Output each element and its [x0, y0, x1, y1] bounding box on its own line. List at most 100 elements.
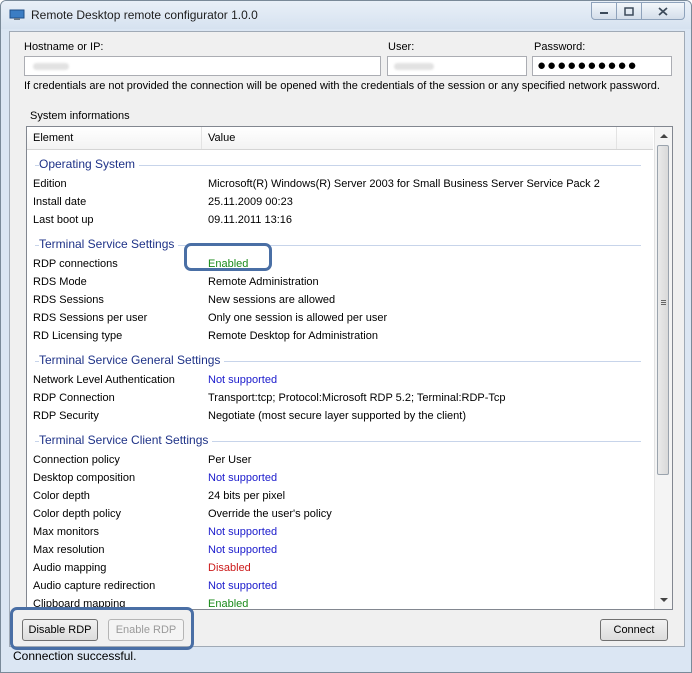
- close-icon: [658, 6, 668, 16]
- element-name: RDP Connection: [33, 392, 115, 404]
- list-item[interactable]: Network Level Authentication Not supporte…: [27, 371, 653, 389]
- grip-line: [661, 304, 666, 305]
- group-title: Operating System: [39, 157, 140, 171]
- minimize-icon: [600, 12, 608, 14]
- main-panel: Hostname or IP: User: Password: ●●●●●●●●…: [9, 31, 685, 647]
- column-header-value[interactable]: Value: [202, 127, 617, 149]
- list-rows: Operating System Edition Microsoft(R) Wind…: [27, 149, 653, 610]
- element-value: Not supported: [208, 544, 278, 556]
- element-name: Max resolution: [33, 544, 105, 556]
- element-value: 25.11.2009 00:23: [208, 196, 293, 208]
- element-name: Install date: [33, 196, 87, 208]
- group-title: Terminal Service Client Settings: [39, 433, 213, 447]
- list-header: Element Value: [27, 127, 653, 150]
- title-bar[interactable]: Remote Desktop remote configurator 1.0.0: [1, 1, 691, 29]
- password-input[interactable]: ●●●●●●●●●●: [532, 56, 672, 76]
- element-value: Only one session is allowed per user: [208, 312, 388, 324]
- element-value: Remote Administration: [208, 276, 319, 288]
- vertical-scrollbar[interactable]: [654, 127, 672, 609]
- element-name: RD Licensing type: [33, 330, 123, 342]
- element-name: Color depth policy: [33, 508, 122, 520]
- list-item[interactable]: Install date 25.11.2009 00:23: [27, 193, 653, 211]
- group-header[interactable]: Operating System: [27, 155, 653, 175]
- window-title: Remote Desktop remote configurator 1.0.0: [31, 8, 258, 22]
- redacted-hostname: [33, 63, 69, 70]
- list-item[interactable]: RDS Sessions per user Only one session is…: [27, 309, 653, 327]
- highlight-rdp-buttons: [10, 607, 194, 650]
- user-label: User:: [388, 41, 415, 53]
- element-name: Network Level Authentication: [33, 374, 175, 386]
- highlight-rdp-enabled: [184, 243, 272, 271]
- element-name: RDS Mode: [33, 276, 87, 288]
- element-name: Max monitors: [33, 526, 100, 538]
- column-header-element[interactable]: Element: [27, 127, 202, 149]
- element-value: Enabled: [208, 598, 249, 610]
- list-item[interactable]: Connection policy Per User: [27, 451, 653, 469]
- element-value: Per User: [208, 454, 252, 466]
- grip-line: [661, 302, 666, 303]
- element-name: RDS Sessions per user: [33, 312, 148, 324]
- user-input[interactable]: [387, 56, 527, 76]
- list-item[interactable]: Color depth 24 bits per pixel: [27, 487, 653, 505]
- element-name: Edition: [33, 178, 67, 190]
- maximize-button[interactable]: [616, 2, 642, 20]
- element-value: Remote Desktop for Administration: [208, 330, 378, 342]
- list-item[interactable]: RDP connections Enabled: [27, 255, 653, 273]
- element-value: Not supported: [208, 580, 278, 592]
- group-header[interactable]: Terminal Service Client Settings: [27, 431, 653, 451]
- list-item[interactable]: Last boot up 09.11.2011 13:16: [27, 211, 653, 229]
- element-name: Connection policy: [33, 454, 120, 466]
- group-title: Terminal Service General Settings: [39, 353, 225, 367]
- status-text: Connection successful.: [13, 649, 137, 663]
- element-value: 24 bits per pixel: [208, 490, 286, 502]
- element-name: Desktop composition: [33, 472, 136, 484]
- password-label: Password:: [534, 41, 586, 53]
- scroll-thumb[interactable]: [657, 145, 669, 475]
- element-name: Audio mapping: [33, 562, 107, 574]
- element-value: Not supported: [208, 472, 278, 484]
- element-value: Disabled: [208, 562, 251, 574]
- scroll-up-button[interactable]: [655, 127, 672, 144]
- remote-desktop-icon: [9, 9, 25, 20]
- element-name: Last boot up: [33, 214, 94, 226]
- hostname-label: Hostname or IP:: [24, 41, 104, 53]
- app-window: Remote Desktop remote configurator 1.0.0…: [0, 0, 692, 673]
- element-value: 09.11.2011 13:16: [208, 214, 293, 226]
- connect-button[interactable]: Connect: [600, 619, 668, 641]
- list-item[interactable]: RDS Sessions New sessions are allowed: [27, 291, 653, 309]
- list-item[interactable]: RDP Security Negotiate (most secure layer…: [27, 407, 653, 425]
- password-mask: ●●●●●●●●●●: [537, 57, 638, 74]
- minimize-button[interactable]: [591, 2, 617, 20]
- hostname-input[interactable]: [24, 56, 381, 76]
- group-title: Terminal Service Settings: [39, 237, 179, 251]
- maximize-icon: [624, 6, 634, 16]
- list-item[interactable]: Max resolution Not supported: [27, 541, 653, 559]
- list-item[interactable]: Audio capture redirection Not supported: [27, 577, 653, 595]
- element-value: Negotiate (most secure layer supported b…: [208, 410, 467, 422]
- element-name: Color depth: [33, 490, 90, 502]
- system-info-list[interactable]: Element Value Operating System Edition Mic…: [26, 126, 673, 610]
- element-name: RDS Sessions: [33, 294, 104, 306]
- group-header[interactable]: Terminal Service Settings: [27, 235, 653, 255]
- redacted-user: [394, 63, 434, 70]
- list-item[interactable]: Edition Microsoft(R) Windows(R) Server 20…: [27, 175, 653, 193]
- list-item[interactable]: Max monitors Not supported: [27, 523, 653, 541]
- grip-line: [661, 300, 666, 301]
- list-item[interactable]: Desktop composition Not supported: [27, 469, 653, 487]
- list-item[interactable]: Audio mapping Disabled: [27, 559, 653, 577]
- list-item[interactable]: RDS Mode Remote Administration: [27, 273, 653, 291]
- element-value: Microsoft(R) Windows(R) Server 2003 for …: [208, 178, 600, 190]
- list-item[interactable]: RDP Connection Transport:tcp; Protocol:Mi…: [27, 389, 653, 407]
- element-value: Not supported: [208, 374, 278, 386]
- element-name: RDP Security: [33, 410, 99, 422]
- scroll-down-button[interactable]: [655, 592, 672, 609]
- element-value: New sessions are allowed: [208, 294, 336, 306]
- list-item[interactable]: RD Licensing type Remote Desktop for Admi…: [27, 327, 653, 345]
- credentials-note: If credentials are not provided the conn…: [24, 80, 660, 92]
- scroll-down-arrow-icon: [659, 598, 668, 602]
- close-button[interactable]: [641, 2, 685, 20]
- group-header[interactable]: Terminal Service General Settings: [27, 351, 653, 371]
- element-name: RDP connections: [33, 258, 118, 270]
- element-name: Audio capture redirection: [33, 580, 156, 592]
- list-item[interactable]: Color depth policy Override the user's po…: [27, 505, 653, 523]
